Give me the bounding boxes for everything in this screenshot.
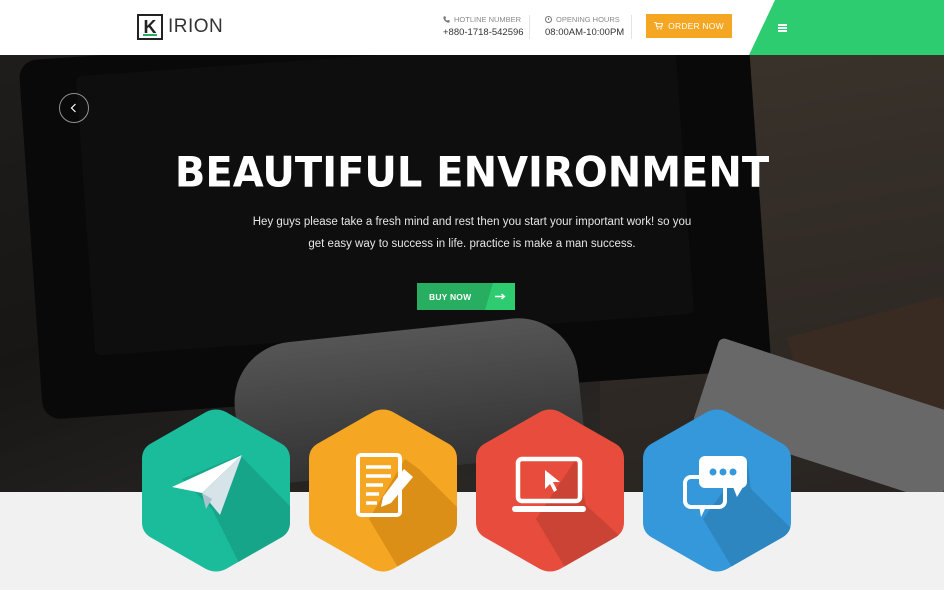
monitor-cursor-icon	[512, 456, 586, 512]
document-edit-icon	[356, 453, 413, 517]
opening-hours-value: 08:00AM-10:00PM	[545, 27, 625, 38]
order-now-label: ORDER NOW	[668, 21, 724, 31]
order-now-button[interactable]: ORDER NOW	[646, 14, 732, 38]
logo[interactable]: K IRION	[137, 13, 223, 41]
opening-hours-info: OPENING HOURS 08:00AM-10:00PM	[545, 15, 624, 41]
clock-icon	[545, 16, 552, 23]
feature-chat[interactable]	[643, 409, 791, 572]
logo-mark: K	[137, 14, 163, 40]
cart-icon	[654, 22, 664, 30]
hotline-label: HOTLINE NUMBER	[454, 15, 522, 24]
hotline-number[interactable]: +880-1718-542596	[443, 27, 524, 38]
opening-hours-label: OPENING HOURS	[556, 15, 620, 24]
paper-plane-icon	[172, 455, 242, 515]
menu-toggle[interactable]	[749, 0, 944, 55]
hamburger-icon	[778, 24, 787, 32]
buy-now-label: BUY NOW	[429, 291, 472, 302]
site-header: K IRION HOTLINE NUMBER +880-1718-542596 …	[0, 0, 944, 55]
feature-send[interactable]	[142, 409, 290, 572]
feature-online[interactable]	[476, 409, 624, 572]
hero-title: BEAUTIFUL ENVIRONMENT	[174, 148, 770, 198]
slider-prev-button[interactable]	[59, 93, 89, 123]
header-divider	[529, 15, 530, 39]
logo-letter: K	[143, 17, 157, 37]
header-divider	[631, 15, 632, 39]
arrow-right-icon	[485, 283, 515, 310]
chevron-left-icon	[70, 103, 76, 113]
buy-now-button[interactable]: BUY NOW	[417, 283, 515, 310]
logo-text: IRION	[168, 16, 224, 37]
chat-bubbles-icon	[683, 456, 747, 517]
hero-subtitle: Hey guys please take a fresh mind and re…	[252, 216, 692, 250]
feature-document[interactable]	[309, 409, 457, 572]
phone-icon	[443, 16, 450, 23]
hotline-info: HOTLINE NUMBER +880-1718-542596	[443, 15, 524, 41]
